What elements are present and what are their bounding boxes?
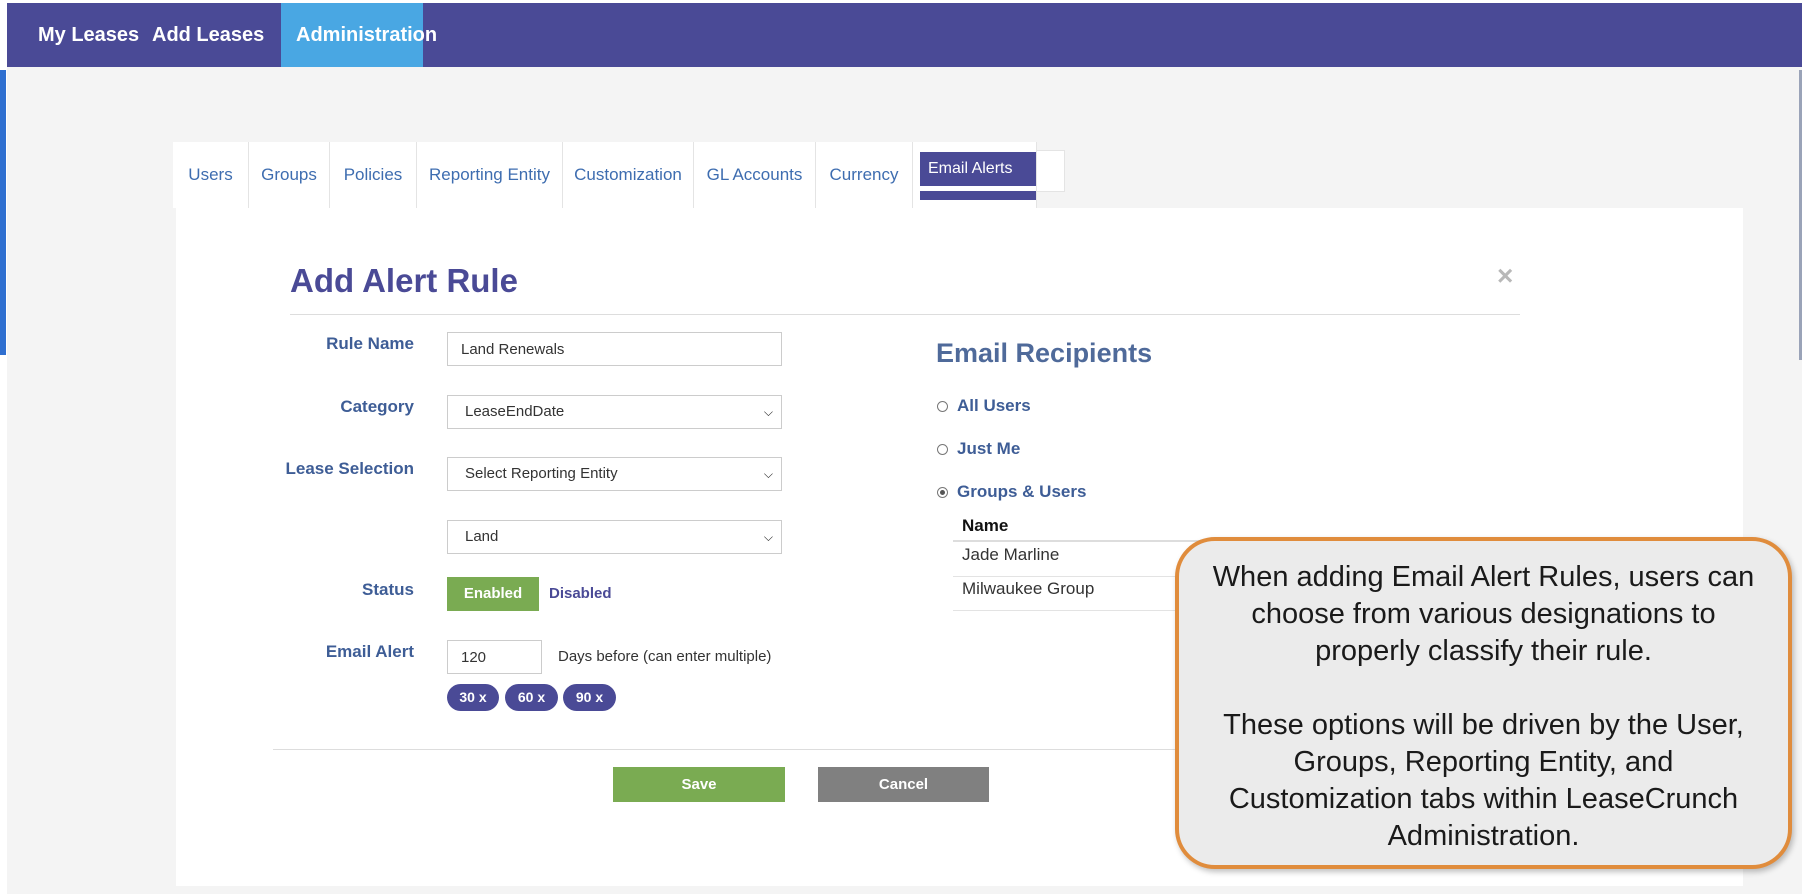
tab-active-indicator: [920, 191, 1036, 200]
radio-circle[interactable]: [937, 443, 948, 455]
callout-annotation: When adding Email Alert Rules, users can…: [1175, 537, 1792, 869]
footer-divider: [273, 749, 1283, 750]
chip-30-days[interactable]: 30 x: [447, 684, 499, 711]
left-edge-accent: [0, 70, 6, 355]
lease-subselection-select[interactable]: Land ⌵: [447, 520, 782, 554]
tab-gl-accounts[interactable]: GL Accounts: [694, 142, 816, 208]
top-navigation: My Leases Add Leases Administration: [7, 3, 1802, 67]
days-hint: Days before (can enter multiple): [558, 648, 772, 665]
lease-selection-label: Lease Selection: [285, 459, 414, 478]
radio-just-me-label: Just Me: [957, 439, 1021, 458]
radio-just-me[interactable]: Just Me: [937, 438, 1020, 460]
category-select[interactable]: LeaseEndDate ⌵: [447, 395, 782, 429]
rule-name-label: Rule Name: [326, 334, 414, 353]
tab-customization[interactable]: Customization: [563, 142, 694, 208]
category-select-value: LeaseEndDate: [465, 403, 565, 420]
tab-groups[interactable]: Groups: [249, 142, 330, 208]
category-label: Category: [340, 397, 414, 416]
chevron-down-icon: ⌵: [763, 467, 773, 481]
days-input[interactable]: [447, 640, 542, 674]
radio-circle-checked[interactable]: [937, 486, 948, 498]
chip-90-days[interactable]: 90 x: [563, 684, 616, 711]
email-recipients-title: Email Recipients: [936, 338, 1153, 368]
tab-reporting-entity[interactable]: Reporting Entity: [417, 142, 563, 208]
status-label: Status: [362, 580, 414, 599]
radio-circle[interactable]: [937, 400, 948, 412]
tab-users[interactable]: Users: [173, 142, 249, 208]
nav-my-leases[interactable]: My Leases: [23, 3, 154, 67]
status-disabled-button[interactable]: Disabled: [549, 577, 612, 611]
save-button[interactable]: Save: [613, 767, 785, 802]
radio-all-users[interactable]: All Users: [937, 395, 1031, 417]
cancel-button[interactable]: Cancel: [818, 767, 989, 802]
lease-subselection-value: Land: [465, 528, 499, 545]
email-alert-label: Email Alert: [325, 642, 414, 661]
nav-administration[interactable]: Administration: [281, 3, 437, 67]
modal-title: Add Alert Rule: [290, 262, 518, 299]
radio-groups-users[interactable]: Groups & Users: [937, 481, 1086, 503]
rule-name-input[interactable]: [447, 332, 782, 366]
tab-email-alerts[interactable]: Email Alerts: [913, 142, 1037, 208]
lease-selection-value: Select Reporting Entity: [465, 465, 618, 482]
tab-email-alerts-label: Email Alerts: [920, 152, 1036, 186]
callout-paragraph-1: When adding Email Alert Rules, users can…: [1212, 561, 1755, 667]
chevron-down-icon: ⌵: [763, 530, 773, 544]
tab-policies[interactable]: Policies: [330, 142, 417, 208]
radio-groups-users-label: Groups & Users: [957, 482, 1087, 501]
status-enabled-button[interactable]: Enabled: [447, 577, 539, 611]
callout-paragraph-2: These options will be driven by the User…: [1223, 709, 1744, 852]
chip-60-days[interactable]: 60 x: [505, 684, 558, 711]
nav-add-leases[interactable]: Add Leases: [137, 3, 279, 67]
lease-selection-select[interactable]: Select Reporting Entity ⌵: [447, 457, 782, 491]
close-icon[interactable]: ×: [1497, 262, 1513, 290]
chevron-down-icon: ⌵: [763, 405, 773, 419]
title-divider: [290, 314, 1520, 315]
tab-currency[interactable]: Currency: [816, 142, 913, 208]
radio-all-users-label: All Users: [957, 396, 1031, 415]
tab-overflow-box: [1036, 150, 1065, 192]
